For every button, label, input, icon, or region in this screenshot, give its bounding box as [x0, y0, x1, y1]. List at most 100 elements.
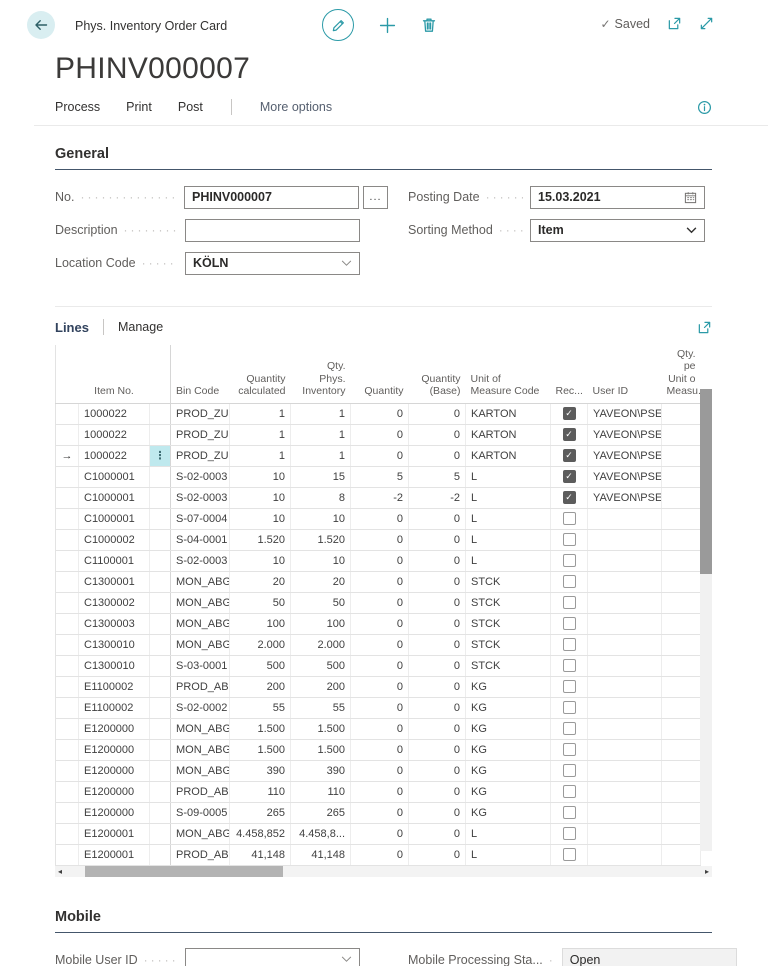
recorded-checkbox[interactable]: [562, 638, 576, 651]
table-row[interactable]: 1000022PROD_ZUG1100KARTONYAVEON\PSE...: [55, 403, 701, 425]
info-icon[interactable]: [697, 100, 712, 115]
mobile-heading[interactable]: Mobile: [55, 909, 712, 933]
table-row[interactable]: C1000001 S-07-0004 10 10 0 0 L: [55, 508, 701, 530]
table-row[interactable]: C1000001S-02-0003101555LYAVEON\PSE...: [55, 466, 701, 488]
recorded-checkbox[interactable]: [562, 596, 576, 609]
row-options-cell[interactable]: [149, 571, 171, 593]
col-header-recorded[interactable]: Rec...: [550, 345, 588, 404]
row-options-cell[interactable]: [149, 823, 171, 845]
recorded-checkbox[interactable]: [562, 449, 576, 462]
mobile-user-id-input[interactable]: [185, 948, 360, 966]
expand-icon[interactable]: [699, 16, 714, 31]
row-options-cell[interactable]: [149, 508, 171, 530]
row-options-cell[interactable]: [149, 697, 171, 719]
table-row[interactable]: C1300010 S-03-0001 500 500 0 0 STCK: [55, 655, 701, 677]
table-row[interactable]: E1200000 MON_ABG 390 390 0 0 KG: [55, 760, 701, 782]
col-header-qty_per_uom[interactable]: Qty. pe Unit o Measu..: [661, 345, 701, 404]
recorded-checkbox[interactable]: [562, 512, 576, 525]
vertical-scrollbar-thumb[interactable]: [700, 389, 712, 574]
edit-icon[interactable]: [322, 9, 354, 41]
col-header-bin_code[interactable]: Bin Code: [170, 345, 230, 404]
scroll-left-icon[interactable]: ◂: [58, 866, 62, 877]
table-row[interactable]: 1000022PROD_ZUG1100KARTONYAVEON\PSE...: [55, 424, 701, 446]
col-header-user_id[interactable]: User ID: [587, 345, 662, 404]
col-header-quantity[interactable]: Quantity: [350, 345, 409, 404]
row-options-cell[interactable]: [149, 487, 171, 509]
row-options-cell[interactable]: ⋮: [149, 445, 171, 467]
recorded-checkbox[interactable]: [562, 554, 576, 567]
recorded-checkbox[interactable]: [562, 617, 576, 630]
row-options-cell[interactable]: [149, 802, 171, 824]
recorded-checkbox[interactable]: [562, 764, 576, 777]
table-row[interactable]: →1000022⋮PROD_ZUG1100KARTONYAVEON\PSE...: [55, 445, 701, 467]
back-button[interactable]: [27, 11, 55, 39]
chevron-down-icon[interactable]: [341, 956, 352, 963]
tab-lines[interactable]: Lines: [55, 320, 89, 335]
no-assist-edit-button[interactable]: ...: [363, 185, 388, 209]
row-options-cell[interactable]: [149, 613, 171, 635]
col-header-item_no[interactable]: Item No.: [78, 345, 150, 404]
row-options-cell[interactable]: [149, 718, 171, 740]
row-options-cell[interactable]: [149, 550, 171, 572]
recorded-checkbox[interactable]: [562, 533, 576, 546]
table-row[interactable]: E1200000 S-09-0005 265 265 0 0 KG: [55, 802, 701, 824]
menu-print[interactable]: Print: [126, 100, 152, 114]
table-row[interactable]: C1000002 S-04-0001 1.520 1.520 0 0 L: [55, 529, 701, 551]
sorting-method-select[interactable]: Item: [530, 218, 705, 242]
horizontal-scrollbar-thumb[interactable]: [85, 865, 283, 877]
table-row[interactable]: E1200001PROD_ABG41,14841,14800L: [55, 844, 701, 866]
table-row[interactable]: C1000001S-02-0003108-2-2LYAVEON\PSE...: [55, 487, 701, 509]
row-menu-icon[interactable]: ⋮: [155, 450, 166, 462]
recorded-checkbox[interactable]: [562, 470, 576, 483]
general-heading[interactable]: General: [55, 146, 712, 170]
recorded-checkbox[interactable]: [562, 659, 576, 672]
chevron-down-icon[interactable]: [686, 226, 697, 234]
table-row[interactable]: E1200000PROD_ABG11011000KG: [55, 781, 701, 803]
recorded-checkbox[interactable]: [562, 743, 576, 756]
vertical-scrollbar[interactable]: [700, 389, 712, 851]
recorded-checkbox[interactable]: [562, 806, 576, 819]
location-code-input[interactable]: KÖLN: [185, 251, 360, 275]
recorded-checkbox[interactable]: [562, 680, 576, 693]
row-options-cell[interactable]: [149, 844, 171, 866]
focus-mode-icon[interactable]: [697, 320, 712, 335]
recorded-checkbox[interactable]: [562, 785, 576, 798]
menu-process[interactable]: Process: [55, 100, 100, 114]
row-options-cell[interactable]: [149, 739, 171, 761]
menu-more-options[interactable]: More options: [260, 100, 332, 114]
recorded-checkbox[interactable]: [562, 491, 576, 504]
row-options-cell[interactable]: [149, 466, 171, 488]
col-header-qty_calculated[interactable]: Quantity calculated: [229, 345, 291, 404]
table-row[interactable]: E1100002 S-02-0002 55 55 0 0 KG: [55, 697, 701, 719]
table-row[interactable]: C1300010 MON_ABG 2.000 2.000 0 0 STCK: [55, 634, 701, 656]
delete-icon[interactable]: [421, 17, 437, 33]
recorded-checkbox[interactable]: [562, 407, 576, 420]
recorded-checkbox[interactable]: [562, 428, 576, 441]
recorded-checkbox[interactable]: [562, 722, 576, 735]
open-in-new-window-icon[interactable]: [667, 16, 682, 31]
recorded-checkbox[interactable]: [562, 827, 576, 840]
table-row[interactable]: C1300001 MON_ABG 20 20 0 0 STCK: [55, 571, 701, 593]
row-options-cell[interactable]: [149, 592, 171, 614]
no-input[interactable]: PHINV000007: [184, 185, 359, 209]
scroll-right-icon[interactable]: ▸: [705, 866, 709, 877]
col-header-uom[interactable]: Unit of Measure Code: [465, 345, 551, 404]
calendar-icon[interactable]: [684, 191, 697, 204]
recorded-checkbox[interactable]: [562, 848, 576, 861]
table-row[interactable]: C1300003 MON_ABG 100 100 0 0 STCK: [55, 613, 701, 635]
tab-manage[interactable]: Manage: [118, 320, 163, 334]
description-input[interactable]: [185, 218, 360, 242]
row-options-cell[interactable]: [149, 529, 171, 551]
horizontal-scrollbar[interactable]: ◂ ▸: [55, 865, 712, 877]
recorded-checkbox[interactable]: [562, 575, 576, 588]
table-row[interactable]: E1100002PROD_ABG20020000KG: [55, 676, 701, 698]
row-options-cell[interactable]: [149, 760, 171, 782]
row-options-cell[interactable]: [149, 655, 171, 677]
col-header-qty_phys_inventory[interactable]: Qty. Phys. Inventory: [290, 345, 351, 404]
table-row[interactable]: C1100001 S-02-0003 10 10 0 0 L: [55, 550, 701, 572]
row-options-cell[interactable]: [149, 676, 171, 698]
table-row[interactable]: E1200001 MON_ABG 4.458,852 4.458,8... 0 0 L: [55, 823, 701, 845]
recorded-checkbox[interactable]: [562, 701, 576, 714]
table-row[interactable]: E1200000 MON_ABG 1.500 1.500 0 0 KG: [55, 739, 701, 761]
table-row[interactable]: E1200000 MON_ABG 1.500 1.500 0 0 KG: [55, 718, 701, 740]
